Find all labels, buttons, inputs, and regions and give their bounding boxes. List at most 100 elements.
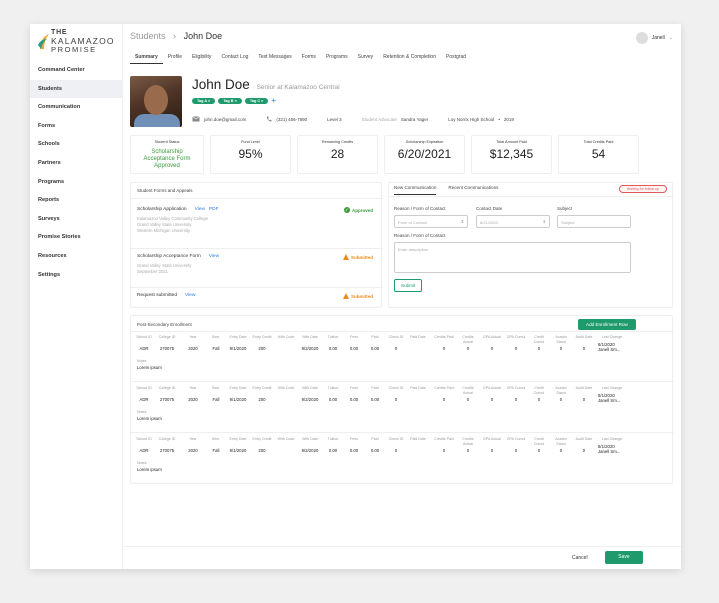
- enrollment-cell[interactable]: 0: [481, 346, 503, 351]
- tab-profile[interactable]: Profile: [163, 50, 187, 64]
- enrollment-cell[interactable]: 270075: [155, 346, 179, 351]
- tab-summary[interactable]: Summary: [130, 50, 163, 64]
- enrollment-cell[interactable]: 9/2/2020: [299, 448, 321, 453]
- submit-button[interactable]: Submit: [394, 279, 423, 292]
- enrollment-cell[interactable]: ADR: [134, 448, 154, 453]
- tab-postgrad[interactable]: Postgrad: [441, 50, 471, 64]
- sidebar-item-communication[interactable]: Communication: [30, 98, 123, 117]
- sidebar-item-promise-stories[interactable]: Promise Stories: [30, 228, 123, 247]
- enrollment-cell[interactable]: 0: [505, 397, 527, 402]
- tab-new-communication[interactable]: New Communication: [394, 185, 437, 195]
- sidebar-item-programs[interactable]: Programs: [30, 173, 123, 192]
- enrollment-cell[interactable]: 0.00: [365, 397, 385, 402]
- enrollment-cell[interactable]: 8/1/2020 Janell Sm...: [598, 444, 626, 454]
- tag-chip[interactable]: Tag B ×: [218, 98, 242, 104]
- enrollment-cell[interactable]: 0.00: [323, 397, 343, 402]
- tab-contact-log[interactable]: Contact Log: [216, 50, 253, 64]
- enrollment-cell[interactable]: 9/1/2020: [227, 346, 249, 351]
- enrollment-cell[interactable]: 0.00: [344, 346, 364, 351]
- contact-date-select[interactable]: 6/21/2020 ⇕: [476, 215, 550, 228]
- student-phone[interactable]: (321) 456-7890: [276, 117, 307, 122]
- description-textarea[interactable]: Enter description: [394, 242, 631, 273]
- add-tag-icon[interactable]: +: [271, 97, 276, 105]
- enrollment-cell[interactable]: ADR: [134, 346, 154, 351]
- enrollment-cell[interactable]: 2020: [181, 448, 205, 453]
- notes-value[interactable]: Lorem ipsum: [137, 416, 162, 421]
- enrollment-cell[interactable]: Fall: [207, 448, 225, 453]
- sidebar-item-forms[interactable]: Forms: [30, 117, 123, 136]
- notes-value[interactable]: Lorem ipsum: [137, 467, 162, 472]
- enrollment-cell[interactable]: 0: [505, 346, 527, 351]
- tab-forms[interactable]: Forms: [297, 50, 321, 64]
- enrollment-cell[interactable]: 2020: [181, 346, 205, 351]
- tag-chip[interactable]: Tag C ×: [244, 98, 269, 104]
- enrollment-cell[interactable]: 0: [481, 397, 503, 402]
- enrollment-cell[interactable]: 0: [386, 448, 406, 453]
- notes-value[interactable]: Lorem ipsum: [137, 365, 162, 370]
- enrollment-cell[interactable]: 0: [386, 397, 406, 402]
- enrollment-cell[interactable]: 0.00: [344, 397, 364, 402]
- enrollment-cell[interactable]: 270075: [155, 397, 179, 402]
- enrollment-cell[interactable]: 200: [251, 397, 273, 402]
- enrollment-cell[interactable]: 8/1/2020 Janell Sm...: [598, 393, 626, 403]
- enrollment-cell[interactable]: 0: [551, 397, 571, 402]
- tab-recent-communications[interactable]: Recent Communications: [448, 185, 498, 195]
- enrollment-cell[interactable]: 200: [251, 448, 273, 453]
- enrollment-cell[interactable]: 0: [457, 448, 479, 453]
- tab-eligibility[interactable]: Eligibility: [187, 50, 216, 64]
- sidebar-item-partners[interactable]: Partners: [30, 154, 123, 173]
- tab-programs[interactable]: Programs: [321, 50, 353, 64]
- enrollment-cell[interactable]: 0: [386, 346, 406, 351]
- sidebar-item-resources[interactable]: Resources: [30, 247, 123, 266]
- add-enrollment-row-button[interactable]: Add Enrollment Row: [578, 319, 636, 330]
- tab-survey[interactable]: Survey: [353, 50, 379, 64]
- cancel-button[interactable]: Cancel: [572, 555, 588, 561]
- tab-text-messages[interactable]: Text Messages: [253, 50, 296, 64]
- enrollment-cell[interactable]: 9/2/2020: [299, 346, 321, 351]
- form-view-link[interactable]: View: [185, 293, 195, 298]
- enrollment-cell[interactable]: 0: [551, 448, 571, 453]
- enrollment-cell[interactable]: 0: [529, 346, 549, 351]
- sidebar-item-schools[interactable]: Schools: [30, 135, 123, 154]
- enrollment-cell[interactable]: 270075: [155, 448, 179, 453]
- enrollment-cell[interactable]: 0.00: [323, 346, 343, 351]
- enrollment-cell[interactable]: 0: [433, 346, 455, 351]
- enrollment-cell[interactable]: 9/1/2020: [227, 448, 249, 453]
- enrollment-cell[interactable]: 0: [551, 346, 571, 351]
- enrollment-cell[interactable]: 0.00: [365, 448, 385, 453]
- reason-select[interactable]: Form of Contact ⇕: [394, 215, 468, 228]
- enrollment-cell[interactable]: 0: [433, 397, 455, 402]
- enrollment-cell[interactable]: Fall: [207, 397, 225, 402]
- user-menu[interactable]: Janell ⌄: [635, 32, 673, 44]
- enrollment-cell[interactable]: ADR: [134, 397, 154, 402]
- subject-input[interactable]: Subject: [557, 215, 631, 228]
- form-pdf-link[interactable]: PDF: [209, 207, 219, 212]
- sidebar-item-surveys[interactable]: Surveys: [30, 210, 123, 229]
- sidebar-item-students[interactable]: Students: [30, 79, 123, 99]
- breadcrumb-students[interactable]: Students: [130, 31, 166, 41]
- tab-retention-completion[interactable]: Retention & Completion: [378, 50, 441, 64]
- enrollment-cell[interactable]: 8/1/2020 Janell Sm...: [598, 342, 626, 352]
- enrollment-cell[interactable]: 9/1/2020: [227, 397, 249, 402]
- kalamazoo-promise-logo[interactable]: THE KALAMAZOO PROMISE: [38, 29, 118, 59]
- sidebar-item-settings[interactable]: Settings: [30, 266, 123, 285]
- tag-chip[interactable]: Tag A ×: [192, 98, 216, 104]
- enrollment-cell[interactable]: 0: [573, 448, 595, 453]
- form-view-link[interactable]: View: [209, 254, 219, 259]
- sidebar-item-reports[interactable]: Reports: [30, 191, 123, 210]
- enrollment-cell[interactable]: 200: [251, 346, 273, 351]
- enrollment-cell[interactable]: 0: [573, 346, 595, 351]
- enrollment-cell[interactable]: 0.00: [365, 346, 385, 351]
- enrollment-cell[interactable]: 0.00: [344, 448, 364, 453]
- enrollment-cell[interactable]: 0: [529, 448, 549, 453]
- enrollment-cell[interactable]: 0: [457, 397, 479, 402]
- enrollment-cell[interactable]: 0: [457, 346, 479, 351]
- enrollment-cell[interactable]: 2020: [181, 397, 205, 402]
- save-button[interactable]: Save: [605, 551, 643, 564]
- sidebar-item-command-center[interactable]: Command Center: [30, 61, 123, 80]
- enrollment-cell[interactable]: 0: [573, 397, 595, 402]
- student-email[interactable]: john.doe@gmail.com: [204, 117, 246, 122]
- enrollment-cell[interactable]: 0: [481, 448, 503, 453]
- form-view-link[interactable]: View: [195, 207, 205, 212]
- enrollment-cell[interactable]: 0: [505, 448, 527, 453]
